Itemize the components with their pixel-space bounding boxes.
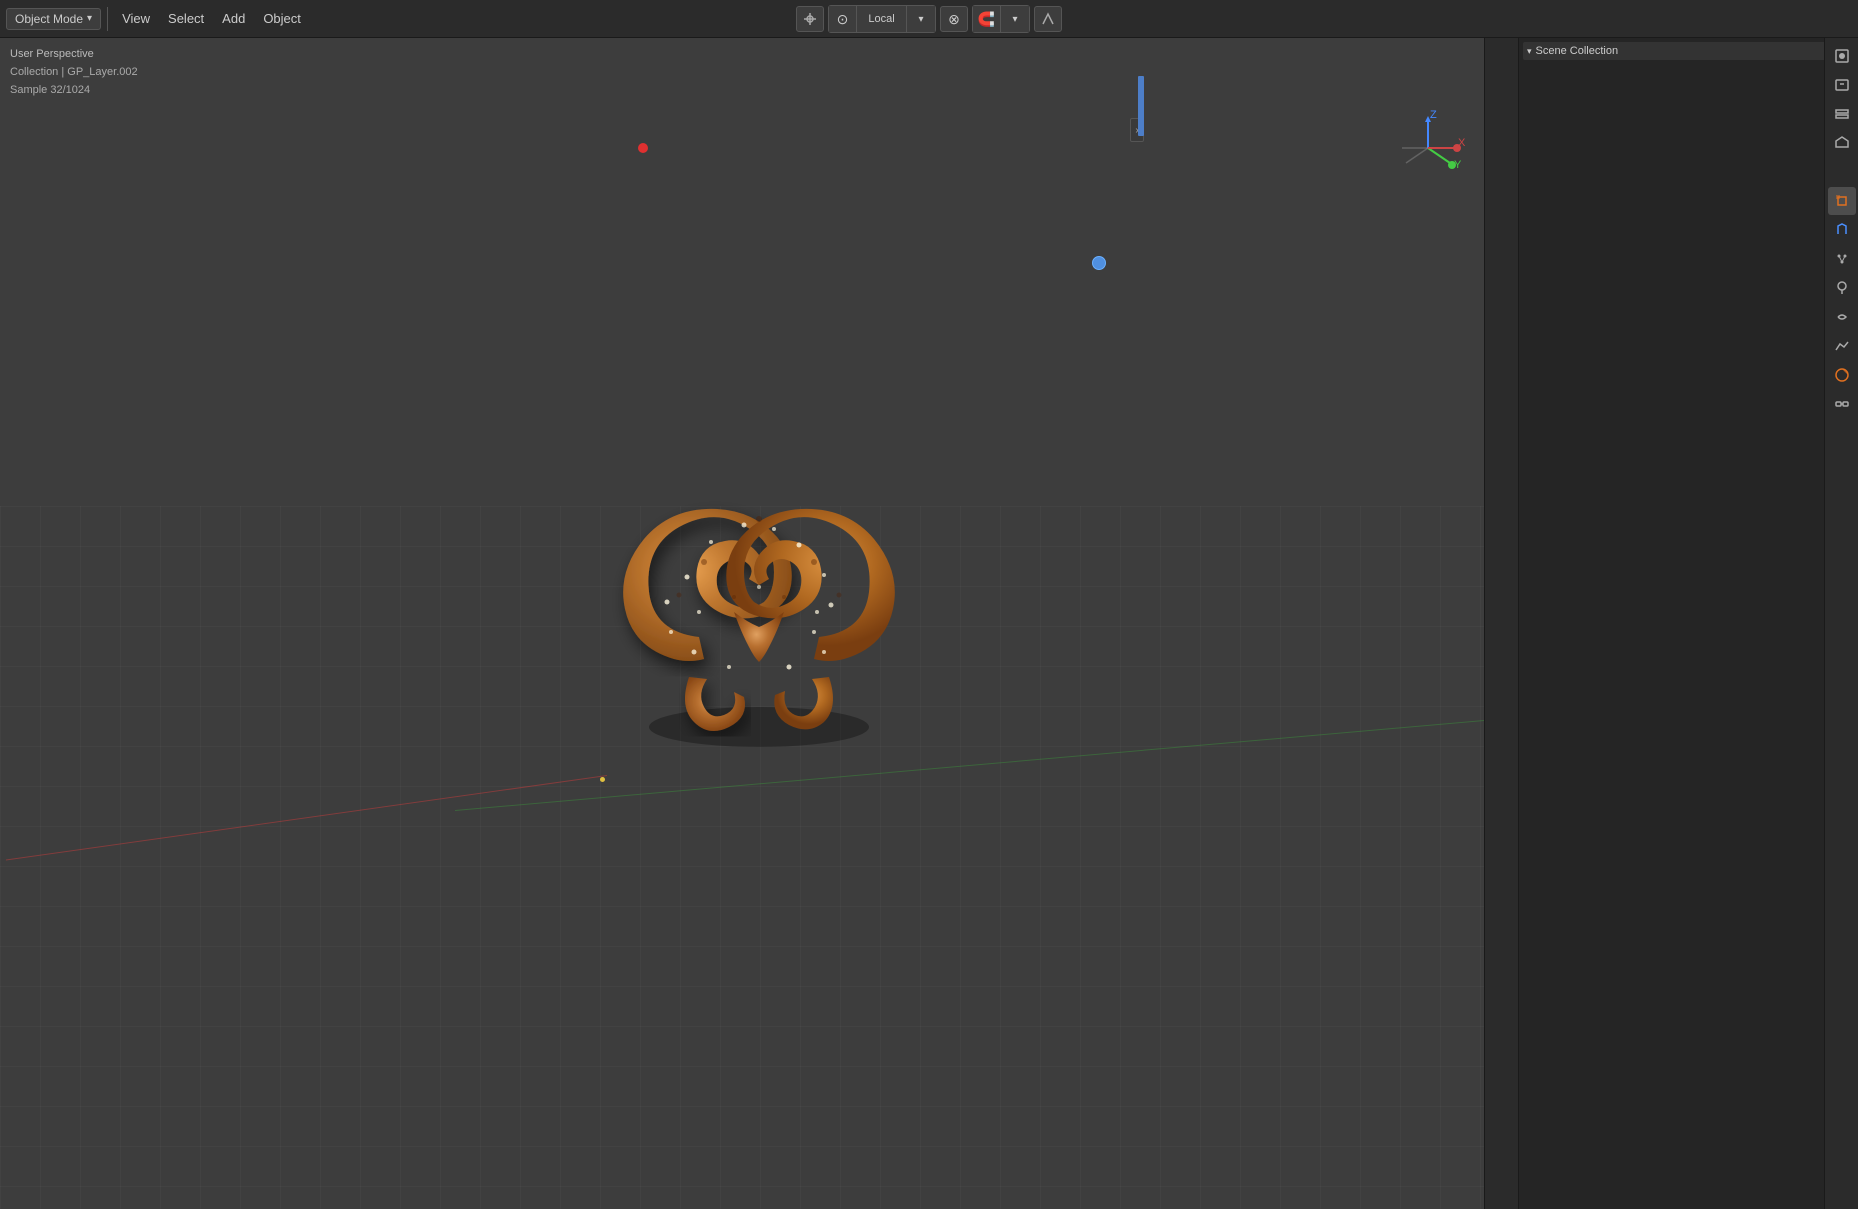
magnet-icon[interactable]: 🧲	[973, 6, 1001, 32]
y-axis-label: Y	[1454, 159, 1462, 171]
menu-view[interactable]: View	[114, 7, 158, 30]
right-side-icon-tabs: ›	[1484, 38, 1518, 1209]
top-center-controls: ⊙ Local ▾ ⊗ 🧲 ▾	[796, 0, 1062, 38]
x-axis-label: X	[1458, 137, 1466, 149]
scene-section: ▾ Scene Collection	[1523, 42, 1854, 60]
properties-panel: Scene	[1518, 0, 1858, 1209]
object-properties-icon[interactable]	[1828, 187, 1856, 215]
scene-collection-header[interactable]: ▾ Scene Collection	[1523, 42, 1854, 60]
sample-text: Sample 32/1024	[10, 84, 90, 96]
viewport-perspective-label: User Perspective	[10, 48, 94, 60]
data-properties-icon[interactable]	[1828, 332, 1856, 360]
proportional-edit-icon[interactable]: ⊗	[940, 6, 968, 32]
output-properties-icon[interactable]	[1828, 71, 1856, 99]
render-properties-icon[interactable]	[1828, 42, 1856, 70]
menu-select[interactable]: Select	[160, 7, 212, 30]
properties-icon-tabs	[1824, 38, 1858, 1209]
pivot-chevron[interactable]: ▾	[907, 6, 935, 32]
viewport-3d[interactable]: User Perspective Collection | GP_Layer.0…	[0, 38, 1518, 1209]
physics-properties-icon[interactable]	[1828, 274, 1856, 302]
viewport-label-collection: Collection | GP_Layer.002	[10, 66, 138, 78]
viewport-nav-dot[interactable]	[1092, 256, 1106, 270]
transform-orientations-icon[interactable]	[1034, 6, 1062, 32]
pretzel-3d-object	[599, 437, 919, 777]
active-panel-indicator	[1138, 76, 1144, 136]
viewport-label-sample: Sample 32/1024	[10, 84, 90, 96]
mode-selector-label: Object Mode	[15, 12, 83, 26]
world-properties-icon[interactable]	[1828, 158, 1856, 186]
menu-add[interactable]: Add	[214, 7, 253, 30]
scene-properties-icon[interactable]	[1828, 129, 1856, 157]
shader-properties-icon[interactable]	[1828, 390, 1856, 418]
expand-icon: ▾	[1527, 46, 1532, 57]
constraints-properties-icon[interactable]	[1828, 303, 1856, 331]
axis-orientation-widget[interactable]: Z Y X	[1388, 108, 1468, 188]
mode-selector[interactable]: Object Mode ▾	[6, 8, 101, 30]
material-properties-icon[interactable]	[1828, 361, 1856, 389]
particles-properties-icon[interactable]	[1828, 245, 1856, 273]
z-axis-label: Z	[1430, 109, 1437, 121]
view-layer-icon[interactable]	[1828, 100, 1856, 128]
separator-1	[107, 7, 108, 31]
menu-object[interactable]: Object	[255, 7, 309, 30]
viewport-label-mode: User Perspective	[10, 48, 94, 60]
top-menu-bar: Object Mode ▾ View Select Add Object ⊙ L…	[0, 0, 1858, 38]
mode-selector-chevron: ▾	[87, 13, 92, 24]
pivot-label[interactable]: Local	[857, 6, 907, 32]
pivot-group[interactable]: ⊙ Local ▾	[828, 5, 936, 33]
z-dot-center	[600, 777, 605, 782]
collection-text: Collection | GP_Layer.002	[10, 66, 138, 78]
snap-icon[interactable]	[796, 6, 824, 32]
snap-group[interactable]: 🧲 ▾	[972, 5, 1030, 33]
render-dot-indicator	[638, 143, 648, 153]
properties-body: ▾ Scene Collection	[1519, 38, 1858, 1209]
scene-collection-label: Scene Collection	[1536, 45, 1619, 57]
pivot-icon[interactable]: ⊙	[829, 6, 857, 32]
modifier-properties-icon[interactable]	[1828, 216, 1856, 244]
snap-with-icon[interactable]: ▾	[1001, 6, 1029, 32]
